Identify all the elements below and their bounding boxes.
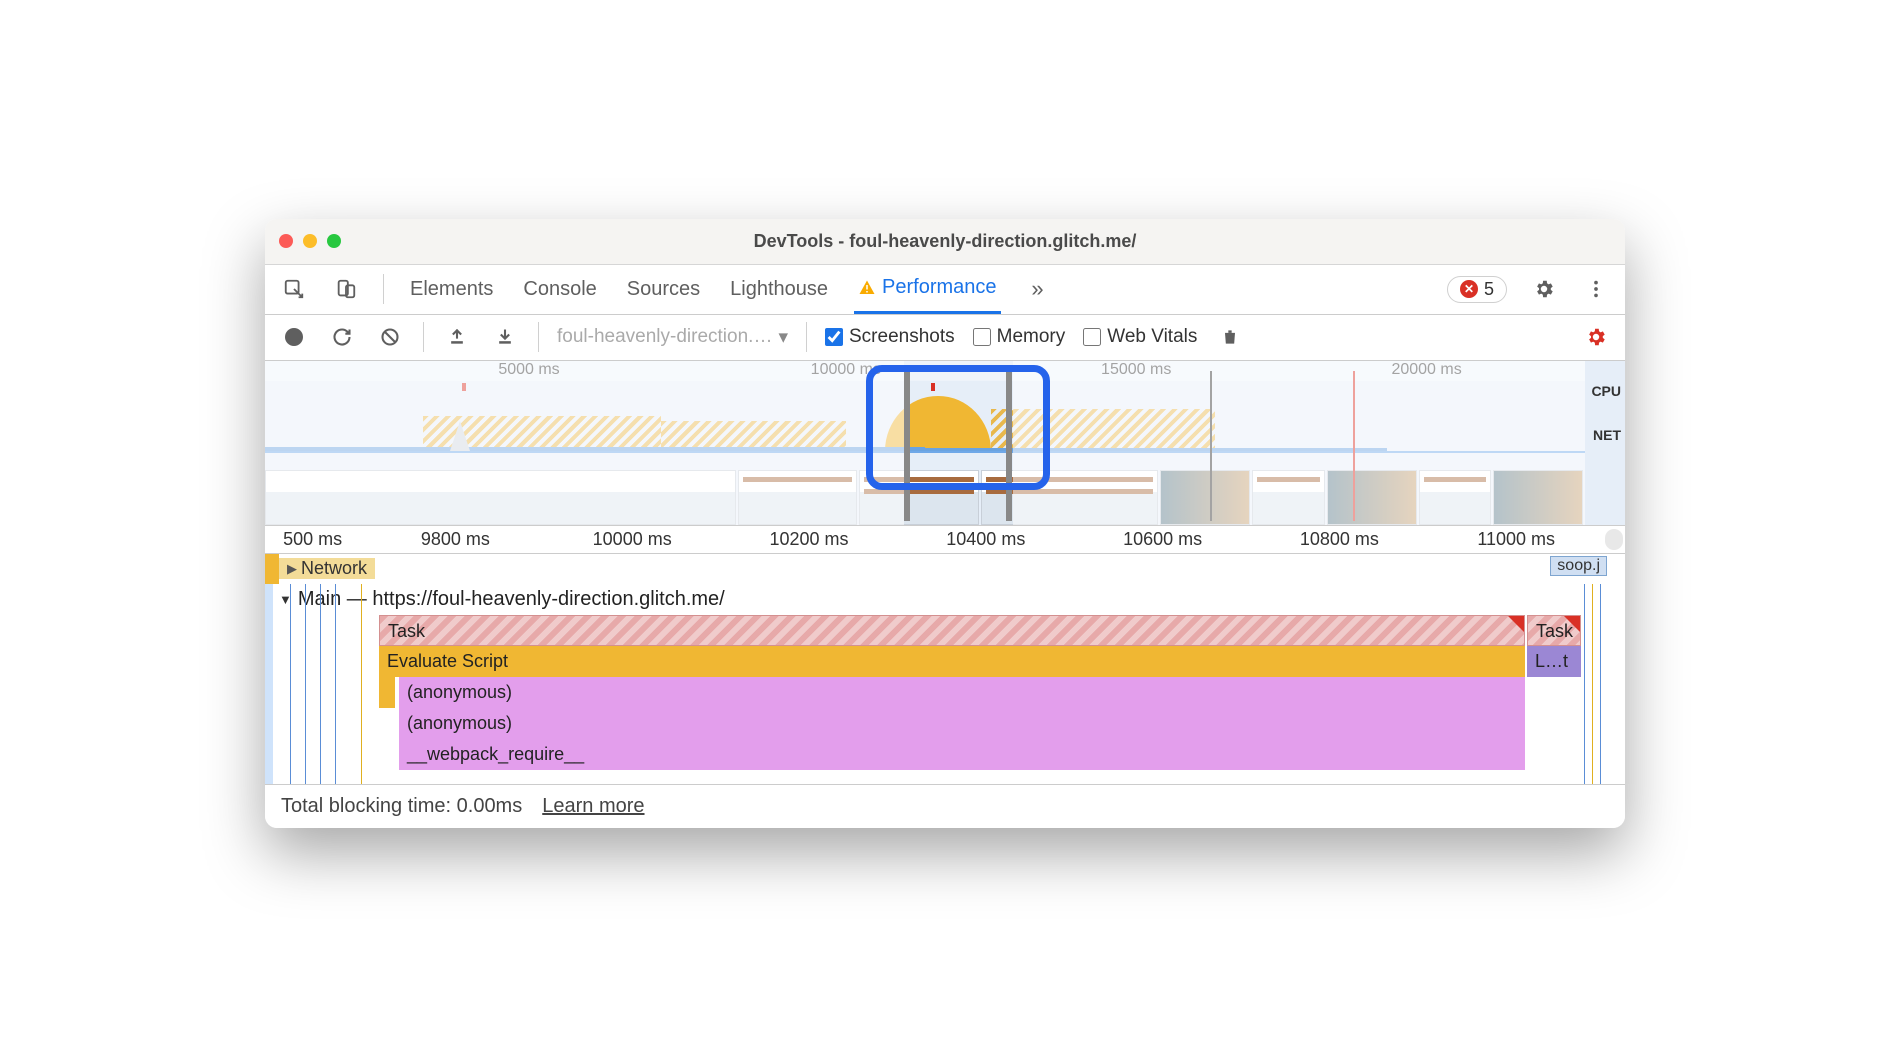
reload-button[interactable] xyxy=(327,322,357,352)
recording-select-label: foul-heavenly-direction.… xyxy=(557,326,772,348)
settings-icon[interactable] xyxy=(1529,274,1559,304)
webvitals-label: Web Vitals xyxy=(1107,326,1197,348)
flame-webpack-require[interactable]: __webpack_require__ xyxy=(399,739,1525,770)
flame-anonymous[interactable]: (anonymous) xyxy=(399,677,1525,708)
net-label: NET xyxy=(1591,427,1621,443)
chevron-right-icon: ▶ xyxy=(287,561,297,577)
overview-mask xyxy=(1013,361,1585,525)
divider xyxy=(806,322,807,352)
trash-icon[interactable] xyxy=(1215,322,1245,352)
main-track-header[interactable]: ▼ Main — https://foul-heavenly-direction… xyxy=(279,584,1625,615)
toggle-device-icon[interactable] xyxy=(331,274,361,304)
tab-sources[interactable]: Sources xyxy=(623,264,704,314)
learn-more-link[interactable]: Learn more xyxy=(542,795,644,818)
overview-timeline[interactable]: 5000 ms 10000 ms 15000 ms 20000 ms xyxy=(265,361,1625,526)
error-count: 5 xyxy=(1484,279,1494,300)
network-track[interactable]: ▶ Network soop.j xyxy=(265,554,1625,584)
footer-bar: Total blocking time: 0.00ms Learn more xyxy=(265,784,1625,828)
network-track-label: Network xyxy=(301,558,367,579)
warning-icon xyxy=(858,279,876,297)
memory-label: Memory xyxy=(997,326,1066,348)
divider xyxy=(383,274,384,304)
screenshots-label: Screenshots xyxy=(849,326,955,348)
cpu-label: CPU xyxy=(1591,383,1621,399)
inspect-element-icon[interactable] xyxy=(279,274,309,304)
tab-console[interactable]: Console xyxy=(519,264,600,314)
divider xyxy=(538,322,539,352)
tab-performance[interactable]: Performance xyxy=(854,264,1001,314)
flame-evaluate-script[interactable]: Evaluate Script xyxy=(379,646,1525,677)
ruler-tick: 10000 ms xyxy=(593,529,672,550)
network-resource-soop[interactable]: soop.j xyxy=(1550,556,1607,576)
flame-anonymous[interactable]: (anonymous) xyxy=(399,708,1525,739)
fps-marker xyxy=(931,383,935,391)
ruler-tick: 9800 ms xyxy=(421,529,490,550)
webvitals-checkbox[interactable]: Web Vitals xyxy=(1083,326,1197,348)
selection-handle-right[interactable] xyxy=(1006,371,1012,521)
recording-select[interactable]: foul-heavenly-direction.… ▾ xyxy=(557,326,788,349)
overview-row-labels: CPU NET xyxy=(1591,383,1621,471)
screenshots-checkbox[interactable]: Screenshots xyxy=(825,326,955,348)
ruler-tick: 500 ms xyxy=(283,529,342,550)
flame-chart[interactable]: ▶ Network soop.j ▼ Main — https://foul-h… xyxy=(265,554,1625,784)
network-track-header[interactable]: ▶ Network xyxy=(279,558,375,579)
clear-button[interactable] xyxy=(375,322,405,352)
track-gutter xyxy=(265,584,273,784)
window-title: DevTools - foul-heavenly-direction.glitc… xyxy=(265,231,1625,252)
chevron-down-icon: ▾ xyxy=(778,326,788,349)
scrollbar-thumb[interactable] xyxy=(1605,529,1623,550)
error-icon: ✕ xyxy=(1460,280,1478,298)
save-profile-icon[interactable] xyxy=(490,322,520,352)
tab-performance-label: Performance xyxy=(882,276,997,299)
performance-toolbar: foul-heavenly-direction.… ▾ Screenshots … xyxy=(265,315,1625,361)
devtools-tabbar: Elements Console Sources Lighthouse Perf… xyxy=(265,265,1625,315)
overview-mask xyxy=(265,361,904,525)
capture-settings-icon[interactable] xyxy=(1581,322,1611,352)
flame-stub[interactable] xyxy=(379,677,395,708)
devtools-window: DevTools - foul-heavenly-direction.glitc… xyxy=(265,219,1625,828)
ruler-tick: 10800 ms xyxy=(1300,529,1379,550)
error-badge[interactable]: ✕ 5 xyxy=(1447,276,1507,303)
track-gutter xyxy=(265,554,279,584)
flame-task[interactable]: Task xyxy=(379,615,1525,646)
ruler-tick: 10200 ms xyxy=(769,529,848,550)
record-button[interactable] xyxy=(279,322,309,352)
more-tabs-icon[interactable]: » xyxy=(1023,274,1053,304)
divider xyxy=(423,322,424,352)
main-track[interactable]: ▼ Main — https://foul-heavenly-direction… xyxy=(265,584,1625,784)
titlebar: DevTools - foul-heavenly-direction.glitc… xyxy=(265,219,1625,265)
flame-layout[interactable]: L…t xyxy=(1527,646,1581,677)
detail-ruler[interactable]: 500 ms 9800 ms 10000 ms 10200 ms 10400 m… xyxy=(265,526,1625,554)
ruler-tick: 10400 ms xyxy=(946,529,1025,550)
kebab-menu-icon[interactable] xyxy=(1581,274,1611,304)
flame-task[interactable]: Task xyxy=(1527,615,1581,646)
total-blocking-time: Total blocking time: 0.00ms xyxy=(281,795,522,818)
memory-checkbox[interactable]: Memory xyxy=(973,326,1066,348)
load-profile-icon[interactable] xyxy=(442,322,472,352)
ruler-tick: 10600 ms xyxy=(1123,529,1202,550)
ruler-tick: 11000 ms xyxy=(1477,529,1555,550)
selection-handle-left[interactable] xyxy=(904,371,910,521)
tab-elements[interactable]: Elements xyxy=(406,264,497,314)
tab-lighthouse[interactable]: Lighthouse xyxy=(726,264,832,314)
